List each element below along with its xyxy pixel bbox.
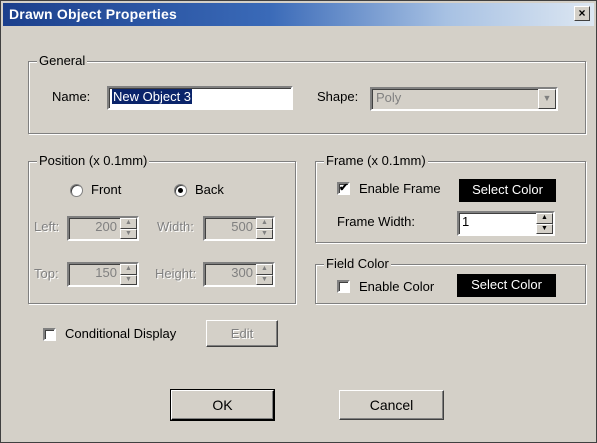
radio-selected-dot (178, 188, 183, 193)
general-legend: General (37, 53, 88, 69)
frame-width-spinbox[interactable]: 1 ▲ ▼ (457, 211, 555, 236)
name-label: Name: (52, 89, 91, 104)
frame-width-label: Frame Width: (337, 214, 416, 229)
close-icon[interactable]: × (574, 6, 590, 21)
name-input-value: New Object 3 (112, 89, 193, 104)
height-value: 300 (231, 265, 253, 280)
spin-down-icon[interactable]: ▼ (536, 223, 553, 234)
conditional-display-label: Conditional Display (65, 326, 177, 341)
top-label: Top: (34, 266, 59, 281)
spin-up-icon[interactable]: ▲ (536, 213, 553, 224)
left-spinner[interactable]: ▲ ▼ (120, 218, 137, 239)
enable-frame-label: Enable Frame (359, 181, 441, 196)
top-spinner[interactable]: ▲ ▼ (120, 264, 137, 285)
frame-width-spinner[interactable]: ▲ ▼ (536, 213, 553, 234)
spin-down-icon[interactable]: ▼ (256, 228, 273, 239)
height-spinner[interactable]: ▲ ▼ (256, 264, 273, 285)
edit-button[interactable]: Edit (206, 320, 278, 347)
spin-up-icon[interactable]: ▲ (120, 218, 137, 229)
spin-up-icon[interactable]: ▲ (256, 218, 273, 229)
top-spinbox[interactable]: 150 ▲ ▼ (67, 262, 139, 287)
enable-color-checkbox[interactable] (337, 280, 350, 293)
chevron-down-icon[interactable]: ▼ (538, 89, 556, 109)
height-label: Height: (155, 266, 197, 281)
front-radio[interactable] (70, 184, 83, 197)
title-bar[interactable]: Drawn Object Properties × (3, 3, 594, 26)
spin-down-icon[interactable]: ▼ (120, 274, 137, 285)
left-spinbox[interactable]: 200 ▲ ▼ (67, 216, 139, 241)
enable-color-label: Enable Color (359, 279, 435, 294)
conditional-display-checkbox[interactable] (43, 328, 56, 341)
enable-frame-checkbox[interactable]: ✔ (337, 182, 350, 195)
spin-down-icon[interactable]: ▼ (256, 274, 273, 285)
width-label: Width: (157, 219, 194, 234)
frame-width-value: 1 (462, 214, 470, 229)
name-input[interactable]: New Object 3 (107, 86, 293, 110)
frame-legend: Frame (x 0.1mm) (324, 153, 428, 169)
position-legend: Position (x 0.1mm) (37, 153, 150, 169)
back-label: Back (195, 182, 224, 197)
shape-label: Shape: (317, 89, 359, 104)
cancel-button[interactable]: Cancel (339, 390, 444, 420)
field-select-color-button[interactable]: Select Color (457, 274, 556, 297)
shape-select-value: Poly (376, 90, 402, 105)
shape-select[interactable]: Poly ▼ (370, 87, 558, 111)
height-spinbox[interactable]: 300 ▲ ▼ (203, 262, 275, 287)
spin-up-icon[interactable]: ▲ (120, 264, 137, 275)
back-radio[interactable] (174, 184, 187, 197)
width-value: 500 (231, 219, 253, 234)
left-label: Left: (34, 219, 60, 234)
left-value: 200 (95, 219, 117, 234)
field-color-legend: Field Color (324, 256, 391, 272)
drawn-object-properties-dialog: Drawn Object Properties × General Name: … (0, 0, 597, 443)
width-spinner[interactable]: ▲ ▼ (256, 218, 273, 239)
frame-select-color-button[interactable]: Select Color (459, 179, 556, 202)
top-value: 150 (95, 265, 117, 280)
width-spinbox[interactable]: 500 ▲ ▼ (203, 216, 275, 241)
dialog-title: Drawn Object Properties (9, 6, 177, 22)
front-label: Front (91, 182, 122, 197)
check-icon: ✔ (339, 182, 349, 194)
ok-button[interactable]: OK (170, 389, 275, 421)
spin-up-icon[interactable]: ▲ (256, 264, 273, 275)
spin-down-icon[interactable]: ▼ (120, 228, 137, 239)
